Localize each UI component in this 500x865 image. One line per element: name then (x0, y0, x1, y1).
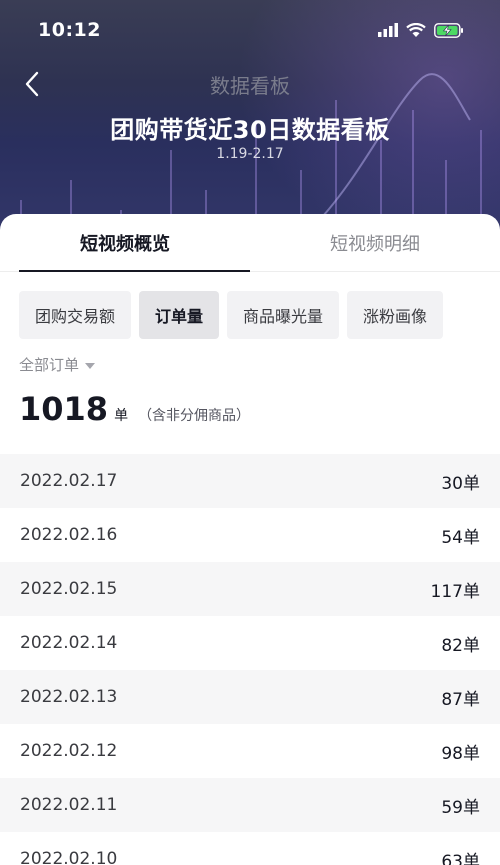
order-filter-dropdown[interactable]: 全部订单 (19, 354, 96, 375)
row-date: 2022.02.11 (20, 795, 118, 815)
row-date: 2022.02.15 (20, 579, 118, 599)
chip-gmv[interactable]: 团购交易额 (19, 291, 132, 339)
nav-title: 数据看板 (210, 73, 290, 98)
list-item: 2022.02.17 30单 (0, 454, 500, 508)
row-value: 54单 (441, 527, 480, 548)
tab-video-overview[interactable]: 短视频概览 (0, 214, 250, 272)
order-total-unit: 单 (114, 408, 129, 424)
status-bar: 10:12 (0, 0, 500, 60)
order-filter-label: 全部订单 (19, 356, 80, 374)
tab-video-detail[interactable]: 短视频明细 (250, 214, 500, 271)
tab-label: 短视频明细 (330, 233, 420, 255)
list-item: 2022.02.16 54单 (0, 508, 500, 562)
metric-chips: 团购交易额 订单量 商品曝光量 涨粉画像 (19, 291, 444, 339)
row-value: 82单 (441, 635, 480, 656)
chip-product-exposure[interactable]: 商品曝光量 (227, 291, 340, 339)
row-value: 87单 (441, 689, 480, 710)
row-value: 98单 (441, 743, 480, 764)
tab-label: 短视频概览 (80, 233, 170, 255)
row-date: 2022.02.14 (20, 633, 118, 653)
row-date: 2022.02.16 (20, 525, 118, 545)
content-card: 短视频概览 短视频明细 团购交易额 订单量 商品曝光量 涨粉画像 全部订单 10… (0, 214, 500, 865)
hero-date-range: 1.19-2.17 (216, 146, 284, 162)
row-date: 2022.02.17 (20, 471, 118, 491)
chip-follower-profile[interactable]: 涨粉画像 (347, 291, 444, 339)
order-total-value: 1018 (19, 390, 109, 428)
list-item: 2022.02.13 87单 (0, 670, 500, 724)
daily-orders-list: 2022.02.17 30单 2022.02.16 54单 2022.02.15… (0, 454, 500, 865)
list-item: 2022.02.15 117单 (0, 562, 500, 616)
list-item: 2022.02.11 59单 (0, 778, 500, 832)
list-item: 2022.02.10 63单 (0, 832, 500, 865)
row-date: 2022.02.13 (20, 687, 118, 707)
caret-down-icon (85, 362, 96, 369)
nav-bar: 数据看板 (0, 60, 500, 108)
status-time: 10:12 (38, 19, 101, 41)
row-value: 63单 (441, 851, 480, 865)
order-total-note: （含非分佣商品） (138, 408, 251, 424)
list-item: 2022.02.12 98单 (0, 724, 500, 778)
chevron-left-icon (25, 71, 39, 97)
back-button[interactable] (16, 68, 48, 100)
chip-order-count[interactable]: 订单量 (139, 291, 220, 339)
row-value: 117单 (430, 581, 480, 602)
row-date: 2022.02.10 (20, 849, 118, 865)
tab-bar: 短视频概览 短视频明细 (0, 214, 500, 272)
wifi-icon (406, 22, 426, 37)
row-value: 30单 (441, 473, 480, 494)
status-icons (378, 22, 464, 38)
hero-title: 团购带货近30日数据看板 (110, 116, 390, 144)
row-value: 59单 (441, 797, 480, 818)
row-date: 2022.02.12 (20, 741, 118, 761)
list-item: 2022.02.14 82单 (0, 616, 500, 670)
order-total: 1018 单 （含非分佣商品） (19, 390, 250, 428)
signal-icon (378, 23, 398, 37)
battery-charging-icon (434, 22, 463, 38)
